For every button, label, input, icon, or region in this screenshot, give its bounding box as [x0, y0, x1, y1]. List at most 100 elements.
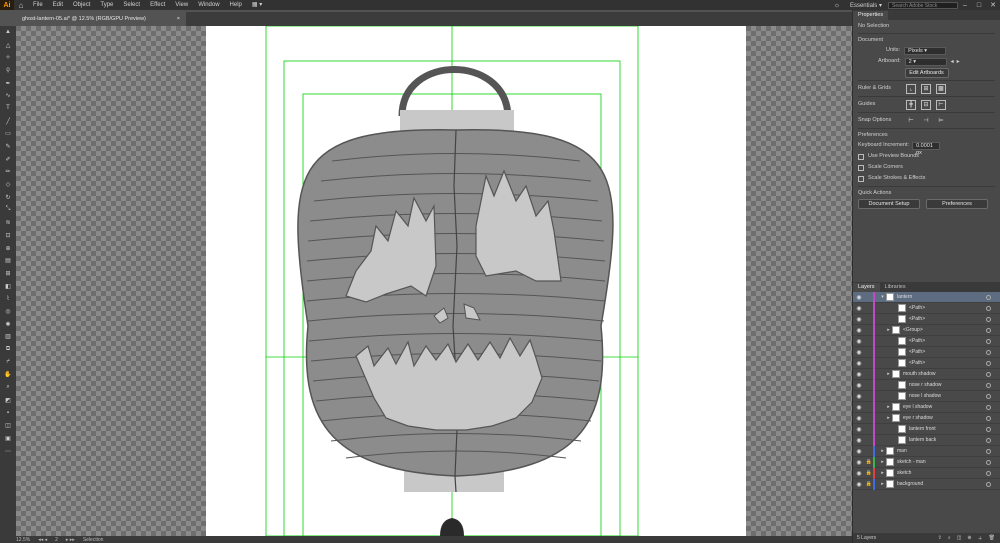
- use-preview-bounds-checkbox[interactable]: [858, 153, 864, 160]
- layer-row[interactable]: ◉ lantern front: [853, 423, 1000, 435]
- zoom-tool-icon[interactable]: ⌕: [0, 381, 16, 394]
- target-circle-icon[interactable]: [986, 305, 991, 311]
- visibility-eye-icon[interactable]: ◉: [853, 481, 865, 488]
- visibility-eye-icon[interactable]: ◉: [853, 437, 865, 444]
- rotate-tool-icon[interactable]: ↻: [0, 191, 16, 204]
- export-icon[interactable]: ⇪: [938, 535, 942, 542]
- perspective-grid-tool-icon[interactable]: ▤: [0, 254, 16, 267]
- target-circle-icon[interactable]: [986, 481, 991, 487]
- menu-file[interactable]: File: [28, 0, 48, 10]
- menu-help[interactable]: Help: [225, 0, 247, 10]
- layer-name[interactable]: sketch: [897, 470, 911, 476]
- visibility-eye-icon[interactable]: ◉: [853, 294, 865, 301]
- ruler-icon[interactable]: ⌞: [906, 83, 916, 94]
- column-graph-tool-icon[interactable]: ▥: [0, 331, 16, 344]
- layer-row[interactable]: ◉ <Path>: [853, 346, 1000, 358]
- smart-guides-icon[interactable]: ⊢: [936, 99, 946, 110]
- layer-name[interactable]: sketch - man: [897, 459, 926, 465]
- expand-arrow-icon[interactable]: ▾: [879, 294, 886, 300]
- layer-row[interactable]: ◉ ▸ <Group>: [853, 324, 1000, 336]
- direct-selection-tool-icon[interactable]: △: [0, 39, 16, 52]
- target-circle-icon[interactable]: [986, 316, 991, 322]
- close-tab-icon[interactable]: ×: [177, 12, 180, 26]
- preferences-button[interactable]: Preferences: [926, 198, 988, 209]
- visibility-eye-icon[interactable]: ◉: [853, 404, 865, 411]
- transparency-grid-icon[interactable]: ▩: [936, 83, 946, 94]
- layer-row[interactable]: ◉ ▸ mouth shadow: [853, 368, 1000, 380]
- layer-name[interactable]: <Group>: [903, 327, 923, 333]
- layer-row[interactable]: ◉ 🔒 ▸ background: [853, 478, 1000, 490]
- layer-name[interactable]: <Path>: [909, 360, 925, 366]
- width-tool-icon[interactable]: ≋: [0, 216, 16, 229]
- layer-name[interactable]: nose l shadow: [909, 393, 941, 399]
- menu-view[interactable]: View: [170, 0, 193, 10]
- target-circle-icon[interactable]: [986, 404, 991, 410]
- artboard-next-icon[interactable]: ▸: [957, 58, 960, 65]
- rectangle-tool-icon[interactable]: ▭: [0, 128, 16, 141]
- layer-row[interactable]: ◉ <Path>: [853, 313, 1000, 325]
- paintbrush-tool-icon[interactable]: ✎: [0, 140, 16, 153]
- artboard-nav-icon[interactable]: ◂◂ ◂: [38, 537, 47, 543]
- layer-row[interactable]: ◉ <Path>: [853, 357, 1000, 369]
- layer-name[interactable]: <Path>: [909, 305, 925, 311]
- expand-arrow-icon[interactable]: ▸: [879, 459, 886, 465]
- layer-row[interactable]: ◉ <Path>: [853, 335, 1000, 347]
- color-mode-icon[interactable]: ▪: [0, 407, 16, 420]
- expand-arrow-icon[interactable]: ▸: [885, 404, 892, 410]
- edit-artboards-button[interactable]: Edit Artboards: [904, 67, 949, 78]
- visibility-eye-icon[interactable]: ◉: [853, 415, 865, 422]
- target-circle-icon[interactable]: [986, 415, 991, 421]
- expand-arrow-icon[interactable]: ▸: [879, 481, 886, 487]
- target-circle-icon[interactable]: [986, 349, 991, 355]
- eyedropper-tool-icon[interactable]: ⌇: [0, 292, 16, 305]
- home-icon[interactable]: ⌂: [14, 1, 28, 10]
- free-transform-tool-icon[interactable]: ⊡: [0, 229, 16, 242]
- layer-name[interactable]: lantern front: [909, 426, 936, 432]
- grid-icon[interactable]: ⊞: [921, 83, 931, 94]
- artboard-number[interactable]: 2: [55, 537, 58, 543]
- stock-search-input[interactable]: Search Adobe Stock: [888, 1, 958, 9]
- layer-row[interactable]: ◉ lantern back: [853, 434, 1000, 446]
- visibility-eye-icon[interactable]: ◉: [853, 349, 865, 356]
- expand-arrow-icon[interactable]: ▸: [885, 371, 892, 377]
- visibility-eye-icon[interactable]: ◉: [853, 470, 865, 477]
- document-setup-button[interactable]: Document Setup: [858, 198, 920, 209]
- visibility-eye-icon[interactable]: ◉: [853, 327, 865, 334]
- type-tool-icon[interactable]: T: [0, 102, 16, 115]
- layer-name[interactable]: <Path>: [909, 338, 925, 344]
- mesh-tool-icon[interactable]: ⊞: [0, 267, 16, 280]
- layer-name[interactable]: lantern back: [909, 437, 936, 443]
- expand-arrow-icon[interactable]: ▸: [879, 448, 886, 454]
- pen-tool-icon[interactable]: ✒: [0, 77, 16, 90]
- visibility-eye-icon[interactable]: ◉: [853, 448, 865, 455]
- lantern-artwork[interactable]: [16, 26, 852, 536]
- target-circle-icon[interactable]: [986, 393, 991, 399]
- eraser-tool-icon[interactable]: ◇: [0, 178, 16, 191]
- artboard-tool-icon[interactable]: ⧉: [0, 343, 16, 356]
- layer-name[interactable]: man: [897, 448, 907, 454]
- expand-arrow-icon[interactable]: ▸: [885, 415, 892, 421]
- target-circle-icon[interactable]: [986, 294, 991, 300]
- target-circle-icon[interactable]: [986, 382, 991, 388]
- scale-strokes-checkbox[interactable]: [858, 175, 864, 182]
- scale-corners-checkbox[interactable]: [858, 164, 864, 171]
- draw-mode-icon[interactable]: ◫: [0, 419, 16, 432]
- lasso-tool-icon[interactable]: ϙ: [0, 64, 16, 77]
- layer-name[interactable]: nose r shadow: [909, 382, 942, 388]
- layer-name[interactable]: mouth shadow: [903, 371, 936, 377]
- layer-row[interactable]: ◉ <Path>: [853, 302, 1000, 314]
- snap-pixel-icon[interactable]: ⊨: [936, 116, 946, 126]
- expand-arrow-icon[interactable]: ▸: [885, 327, 892, 333]
- visibility-eye-icon[interactable]: ◉: [853, 393, 865, 400]
- menu-effect[interactable]: Effect: [145, 0, 170, 10]
- layer-row[interactable]: ◉ ▾ lantern: [853, 291, 1000, 303]
- lock-guides-icon[interactable]: ⊟: [921, 99, 931, 110]
- visibility-eye-icon[interactable]: ◉: [853, 371, 865, 378]
- clip-mask-icon[interactable]: ◫: [957, 535, 962, 542]
- zoom-level[interactable]: 12.5%: [16, 537, 30, 543]
- shape-builder-tool-icon[interactable]: ⊕: [0, 242, 16, 255]
- workspace-switcher[interactable]: Essentials ▾: [844, 2, 888, 9]
- locate-object-icon[interactable]: ⌕: [948, 535, 951, 542]
- menu-select[interactable]: Select: [118, 0, 145, 10]
- tab-properties[interactable]: Properties: [853, 11, 889, 20]
